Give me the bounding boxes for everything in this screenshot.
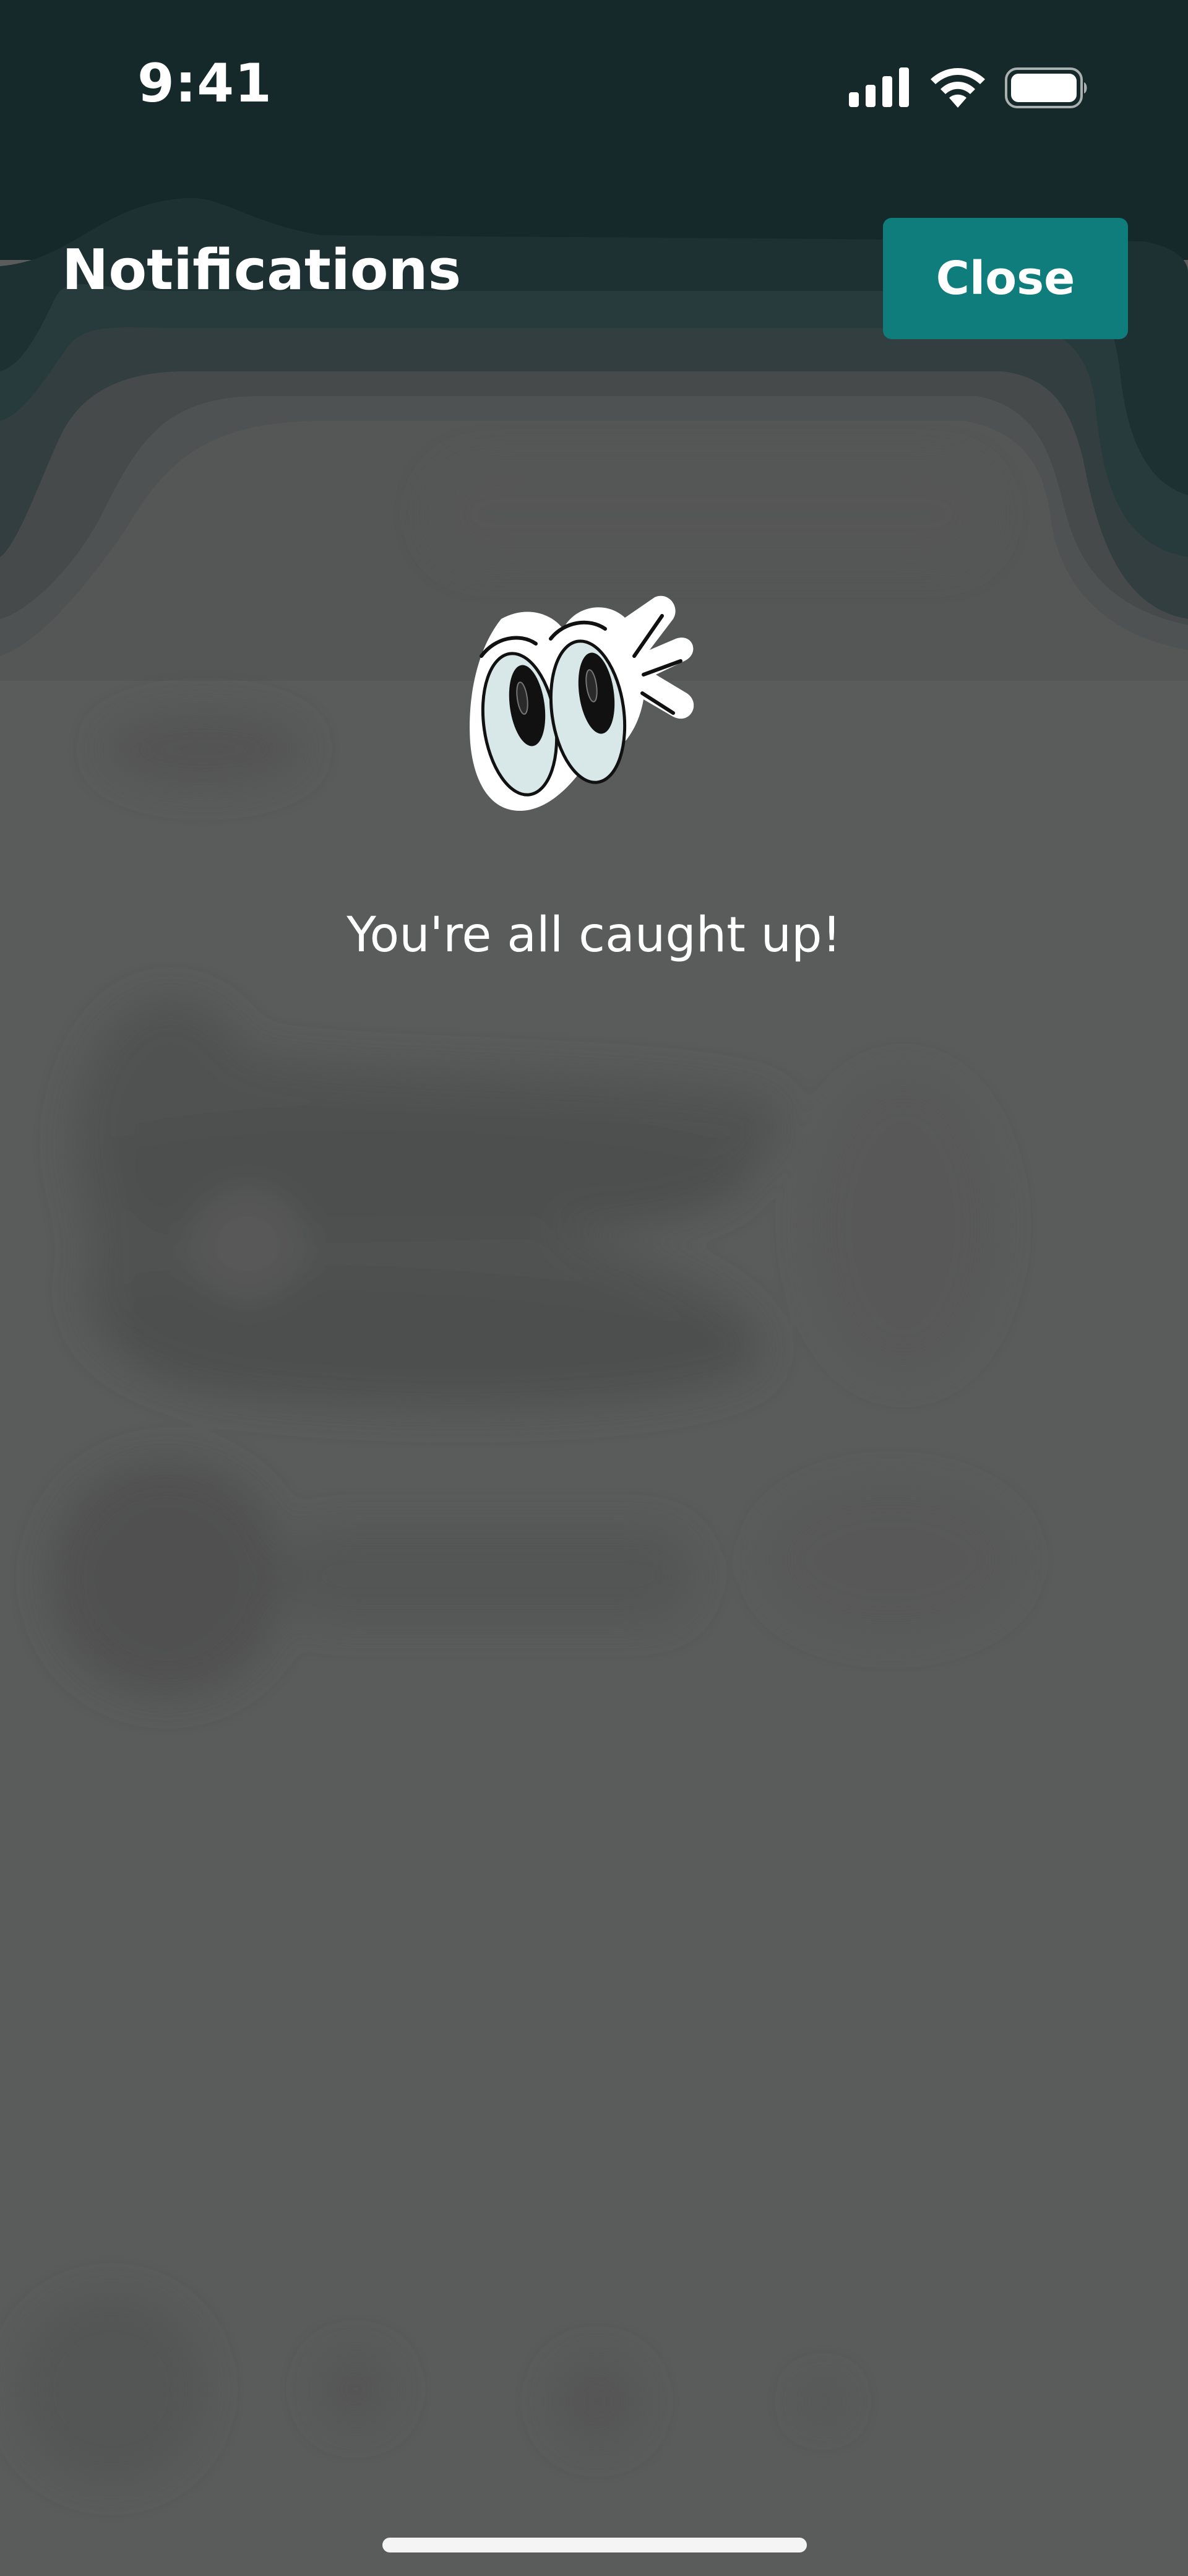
cartoon-eyes-icon xyxy=(458,594,730,836)
battery-icon xyxy=(1005,67,1089,111)
background-graphic xyxy=(0,0,1188,2576)
status-icons xyxy=(849,67,1089,111)
page-title: Notifications xyxy=(62,238,462,303)
wifi-icon xyxy=(929,67,986,111)
close-button[interactable]: Close xyxy=(883,218,1128,339)
cellular-signal-icon xyxy=(849,67,911,111)
home-indicator[interactable] xyxy=(382,2538,807,2552)
notifications-header: Notifications Close xyxy=(0,217,1188,340)
status-time: 9:41 xyxy=(137,53,272,115)
notifications-screen: 9:41 Notifications Close You're all caug… xyxy=(0,0,1188,2576)
status-bar: 9:41 xyxy=(0,0,1188,173)
empty-state-message: You're all caught up! xyxy=(346,907,842,963)
